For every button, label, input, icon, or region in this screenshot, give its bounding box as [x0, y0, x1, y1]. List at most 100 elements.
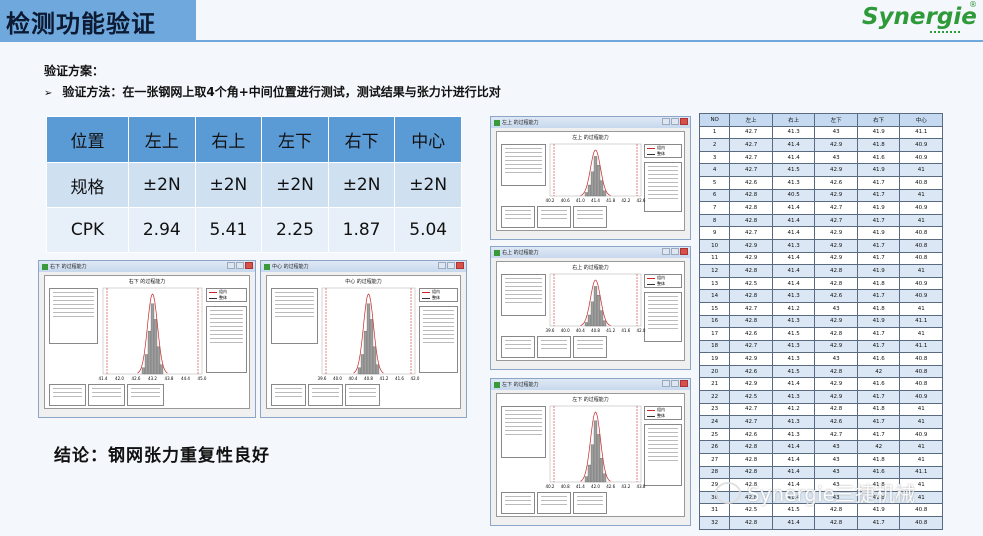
table-cell: 41.8	[856, 301, 901, 316]
table-cell: 40.5	[771, 188, 816, 203]
histogram-chart: 40.2 40.6 41.0 41.4 41.8 42.2 42.6	[546, 143, 646, 203]
histogram-bar	[584, 192, 589, 197]
table-cell: 41	[899, 453, 943, 467]
table-cell: 3	[698, 150, 731, 165]
maximize-button[interactable]	[671, 380, 679, 387]
table-row: 7 42.8 41.4 42.7 41.9 40.9	[698, 201, 943, 215]
table-row: 10 42.9 41.3 42.9 41.7 40.8	[698, 238, 943, 253]
table-row: 1 42.7 41.3 43 41.9 41.1	[698, 125, 943, 140]
table-cell: 11	[698, 251, 731, 266]
table-row: 23 42.7 41.2 42.8 41.8 41	[698, 402, 943, 417]
table-cell: 42.9	[729, 238, 773, 253]
minimize-button[interactable]	[662, 248, 670, 255]
table-cell: 40.9	[899, 138, 943, 152]
histogram-bar	[596, 295, 601, 327]
close-button[interactable]	[245, 262, 253, 269]
table-cell: 41.7	[856, 516, 901, 530]
close-button[interactable]	[456, 262, 464, 269]
histogram-bar	[150, 303, 155, 375]
table-cell: 41.3	[771, 125, 816, 140]
window-title: 右下 的过程能力	[50, 264, 87, 270]
table-cell: 8	[698, 213, 731, 228]
table-cell: 17	[698, 327, 731, 341]
spec-row-cpk: CPK 2.94 5.41 2.25 1.87 5.04	[46, 207, 462, 253]
spec-cell: 2.25	[261, 207, 329, 253]
measurement-header-cell: 右下	[856, 113, 901, 127]
axis-tick-label: 42.0	[115, 376, 124, 381]
maximize-button[interactable]	[671, 118, 679, 125]
axis-tick-label: 42.0	[591, 484, 600, 489]
minimize-button[interactable]	[662, 118, 670, 125]
table-cell: 40.8	[899, 226, 943, 240]
logo-registered-mark: ®	[969, 0, 977, 9]
axis-tick-label: 42.6	[606, 484, 615, 489]
window-titlebar[interactable]: 左下 的过程能力	[491, 379, 690, 390]
table-cell: 41.4	[771, 226, 816, 240]
table-row: 4 42.7 41.5 42.9 41.9 41	[698, 163, 943, 177]
spec-cell: ±2N	[261, 162, 329, 208]
maximize-button[interactable]	[447, 262, 455, 269]
histogram-bar	[602, 473, 607, 483]
measurement-table: NO 左上 右上 左下 右下 中心 1 42.7 41.3 43 41.9 41.1 2 42…	[698, 113, 943, 530]
close-button[interactable]	[680, 248, 688, 255]
close-button[interactable]	[680, 118, 688, 125]
measurement-header-cell: 左下	[814, 113, 858, 127]
minimize-button[interactable]	[662, 380, 670, 387]
table-cell: 41.8	[856, 402, 901, 417]
table-cell: 41.5	[771, 364, 816, 379]
spec-cell: ±2N	[327, 162, 396, 208]
window-titlebar[interactable]: 中心 的过程能力	[261, 261, 466, 272]
table-cell: 32	[698, 516, 731, 530]
table-cell: 5	[698, 175, 731, 190]
table-cell: 42.7	[729, 415, 773, 429]
table-cell: 42.8	[729, 188, 773, 203]
spec-cell: 5.41	[194, 207, 263, 253]
table-row: 21 42.9 41.4 42.9 41.6 40.8	[698, 377, 943, 392]
histogram-bar	[369, 319, 374, 375]
measurement-header-cell: NO	[698, 113, 731, 127]
window-title: 左下 的过程能力	[502, 382, 539, 388]
table-cell: 42.5	[729, 390, 773, 404]
table-cell: 41.3	[771, 238, 816, 253]
spec-cell: 5.04	[394, 207, 462, 253]
maximize-button[interactable]	[671, 248, 679, 255]
watermark: Synergie三捷机械	[715, 478, 915, 507]
close-button[interactable]	[680, 380, 688, 387]
table-cell: 42.7	[814, 201, 858, 215]
table-cell: 41.3	[771, 427, 816, 442]
axis-tick-label: 40.8	[591, 328, 600, 333]
axis-tick-label: 43.2	[621, 484, 630, 489]
histogram-bar	[584, 322, 589, 327]
table-cell: 40.8	[899, 238, 943, 253]
histogram-bar	[159, 364, 164, 375]
axis-tick-label: 42.0	[411, 376, 420, 381]
minimize-button[interactable]	[438, 262, 446, 269]
table-cell: 42.8	[814, 516, 858, 530]
table-cell: 41	[899, 415, 943, 429]
histogram-bar	[590, 301, 595, 327]
capability-plot: 左下 的过程能力 组内 整体 40.2 40.8 41.4 42.0 42.6 43.2 43.8	[496, 393, 685, 517]
table-cell: 42.8	[814, 364, 858, 379]
table-cell: 40.9	[899, 289, 943, 303]
measurement-table-body: 1 42.7 41.3 43 41.9 41.1 2 42.7 41.4 42.9 41.8 40.9…	[698, 125, 943, 530]
table-cell: 41.5	[771, 327, 816, 341]
table-cell: 40.8	[899, 175, 943, 190]
table-row: 32 42.8 41.4 42.8 41.7 40.8	[698, 516, 943, 530]
table-row: 12 42.8 41.4 42.8 41.9 41	[698, 264, 943, 278]
histogram-bar	[596, 434, 601, 483]
maximize-button[interactable]	[236, 262, 244, 269]
minimize-button[interactable]	[227, 262, 235, 269]
window-titlebar[interactable]: 右下 的过程能力	[39, 261, 255, 272]
table-cell: 42.9	[814, 377, 858, 392]
histogram-bar	[599, 310, 604, 327]
window-titlebar[interactable]: 左上 的过程能力	[491, 117, 690, 128]
spec-cell: ±2N	[194, 162, 263, 208]
table-cell: 42.7	[729, 138, 773, 152]
table-cell: 41.4	[771, 150, 816, 165]
table-cell: 40.9	[899, 276, 943, 291]
logo-dots	[930, 29, 960, 33]
table-cell: 41.7	[856, 175, 901, 190]
spec-cell: 1.87	[327, 207, 396, 253]
capability-plot: 左上 的过程能力 组内 整体 40.2 40.6 41.0 41.4 41.8 42.2 42.6	[496, 131, 685, 231]
window-titlebar[interactable]: 右上 的过程能力	[491, 247, 690, 258]
